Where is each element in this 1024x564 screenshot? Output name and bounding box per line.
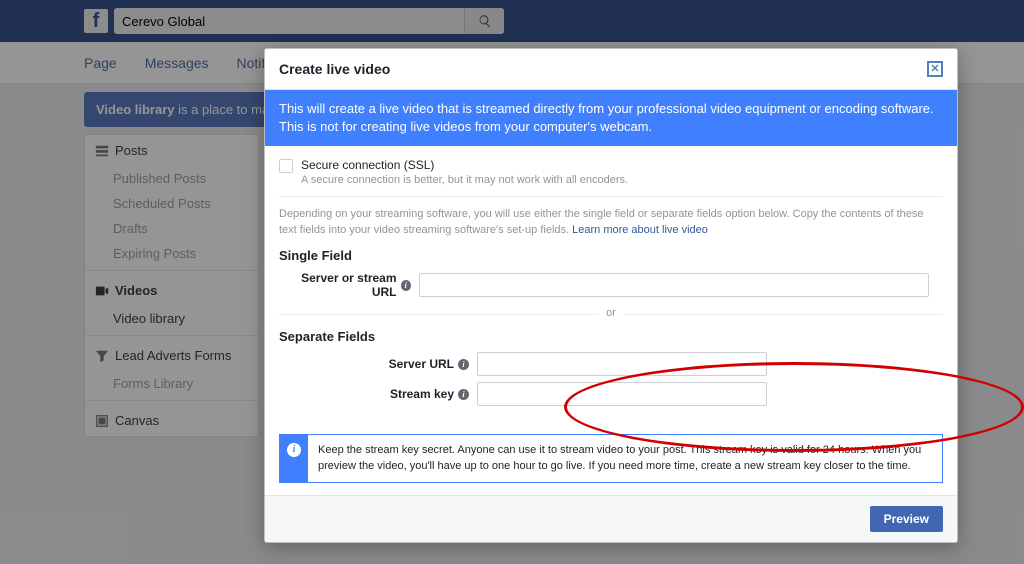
close-button[interactable]: ✕ (927, 61, 943, 77)
server-or-stream-url-input[interactable] (419, 273, 929, 297)
stream-key-callout: i Keep the stream key secret. Anyone can… (279, 434, 943, 483)
create-live-video-modal: Create live video ✕ This will create a l… (264, 48, 958, 543)
server-url-row: Server URL i (337, 352, 943, 376)
ssl-checkbox[interactable] (279, 159, 293, 173)
ssl-label: Secure connection (SSL) (301, 158, 628, 172)
separate-fields-title: Separate Fields (279, 329, 943, 344)
modal-body: Secure connection (SSL) A secure connect… (265, 146, 957, 424)
stream-key-label: Stream key i (337, 387, 477, 401)
single-field-title: Single Field (279, 248, 943, 263)
callout-text: Keep the stream key secret. Anyone can u… (308, 435, 942, 482)
ssl-row: Secure connection (SSL) A secure connect… (279, 158, 943, 197)
info-icon: i (287, 443, 301, 457)
info-icon[interactable]: i (458, 359, 469, 370)
preview-button[interactable]: Preview (870, 506, 943, 532)
server-url-label: Server URL i (337, 357, 477, 371)
server-url-input[interactable] (477, 352, 767, 376)
info-icon[interactable]: i (458, 389, 469, 400)
ssl-hint: A secure connection is better, but it ma… (301, 174, 628, 186)
info-icon[interactable]: i (401, 280, 411, 291)
modal-footer: Preview (265, 495, 957, 542)
single-field-row: Server or stream URL i (279, 271, 943, 299)
stream-key-input[interactable] (477, 382, 767, 406)
instructions-text: Depending on your streaming software, yo… (279, 207, 943, 238)
server-or-stream-url-label: Server or stream URL i (279, 271, 419, 299)
stream-key-row: Stream key i (337, 382, 943, 406)
learn-more-link[interactable]: Learn more about live video (572, 224, 708, 236)
or-divider: or (279, 307, 943, 321)
modal-header: Create live video ✕ (265, 49, 957, 90)
modal-banner: This will create a live video that is st… (265, 90, 957, 146)
modal-title: Create live video (279, 61, 390, 77)
